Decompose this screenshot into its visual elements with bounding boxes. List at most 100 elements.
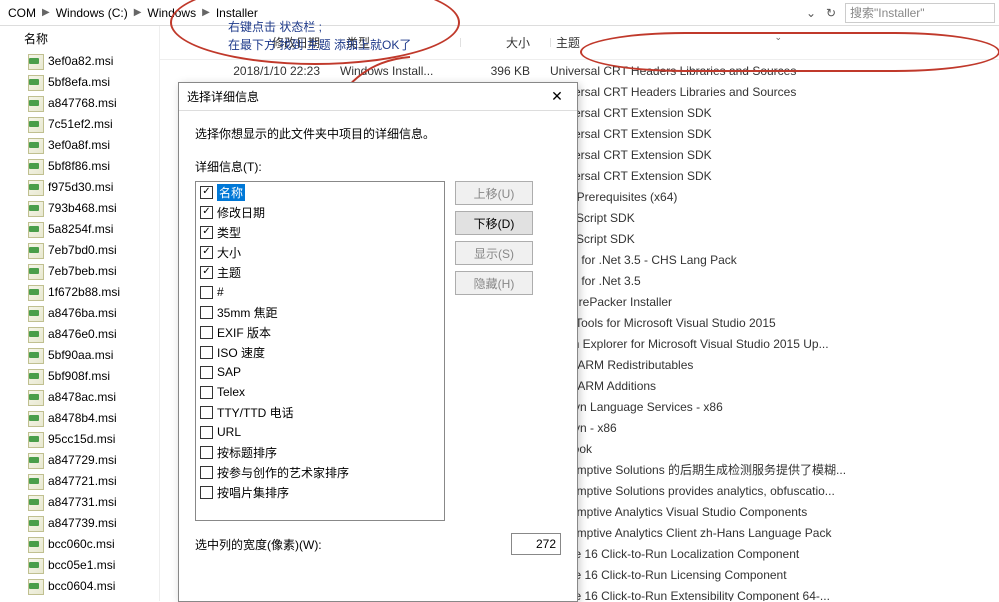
column-header-subject[interactable]: 主题⌄ [550, 34, 999, 51]
cell-subject: PreEmptive Solutions 的后期生成检测服务提供了模糊... [550, 461, 999, 478]
checkbox[interactable] [200, 486, 213, 499]
tree-item[interactable]: 95cc15d.msi [0, 428, 159, 449]
tree-item[interactable]: 3ef0a82.msi [0, 50, 159, 71]
tree-item[interactable]: a847721.msi [0, 470, 159, 491]
checkbox[interactable] [200, 306, 213, 319]
cell-subject: TypeScript SDK [550, 211, 999, 225]
msi-file-icon [28, 180, 42, 194]
details-list-item[interactable]: 按参与创作的艺术家排序 [196, 462, 444, 482]
show-button[interactable]: 显示(S) [455, 241, 533, 265]
checkbox[interactable] [200, 186, 213, 199]
details-list-item[interactable]: 名称 [196, 182, 444, 202]
details-list[interactable]: 名称修改日期类型大小主题#35mm 焦距EXIF 版本ISO 速度SAPTele… [195, 181, 445, 521]
checkbox[interactable] [200, 266, 213, 279]
tree-item[interactable]: 3ef0a8f.msi [0, 134, 159, 155]
width-input[interactable] [511, 533, 561, 555]
tree-item[interactable]: 5bf908f.msi [0, 365, 159, 386]
tree-item[interactable]: 5bf8f86.msi [0, 155, 159, 176]
tree-item[interactable]: 5a8254f.msi [0, 218, 159, 239]
choose-details-dialog: 选择详细信息 ✕ 选择你想显示的此文件夹中项目的详细信息。 详细信息(T): 名… [178, 82, 578, 602]
move-up-button[interactable]: 上移(U) [455, 181, 533, 205]
address-bar: COM ▶ Windows (C:) ▶ Windows ▶ Installer… [0, 0, 999, 26]
checkbox[interactable] [200, 246, 213, 259]
crumb[interactable]: Windows (C:) [52, 6, 132, 20]
tree-item[interactable]: a847729.msi [0, 449, 159, 470]
details-list-item[interactable]: URL [196, 422, 444, 442]
sort-desc-icon: ⌄ [775, 32, 783, 43]
search-input[interactable]: 搜索"Installer" [845, 3, 995, 23]
hide-button[interactable]: 隐藏(H) [455, 271, 533, 295]
details-list-item[interactable]: EXIF 版本 [196, 322, 444, 342]
cell-subject: TexturePacker Installer [550, 295, 999, 309]
tree-item[interactable]: 5bf90aa.msi [0, 344, 159, 365]
refresh-icon[interactable]: ↻ [821, 3, 841, 23]
details-list-item[interactable]: 主题 [196, 262, 444, 282]
tree-item[interactable]: a847731.msi [0, 491, 159, 512]
details-list-item[interactable]: Telex [196, 382, 444, 402]
details-list-item[interactable]: # [196, 282, 444, 302]
details-list-item[interactable]: 类型 [196, 222, 444, 242]
msi-file-icon [28, 222, 42, 236]
tree-item[interactable]: f975d30.msi [0, 176, 159, 197]
crumb[interactable]: Windows [143, 6, 200, 20]
checkbox[interactable] [200, 366, 213, 379]
close-button[interactable]: ✕ [545, 85, 569, 109]
tree-item[interactable]: 5bf8efa.msi [0, 71, 159, 92]
checkbox[interactable] [200, 206, 213, 219]
details-list-item[interactable]: 35mm 焦距 [196, 302, 444, 322]
checkbox[interactable] [200, 286, 213, 299]
dropdown-icon[interactable]: ⌄ [801, 3, 821, 23]
checkbox[interactable] [200, 426, 213, 439]
tree-item[interactable]: a8476e0.msi [0, 323, 159, 344]
details-list-item[interactable]: ISO 速度 [196, 342, 444, 362]
dialog-titlebar: 选择详细信息 ✕ [179, 83, 577, 111]
crumb[interactable]: COM [4, 6, 40, 20]
file-name: 793b468.msi [48, 201, 117, 215]
column-header-date[interactable]: 修改日期 [160, 34, 340, 51]
column-header-size[interactable]: 大小 [460, 34, 550, 51]
tree-item[interactable]: bcc05e1.msi [0, 554, 159, 575]
msi-file-icon [28, 96, 42, 110]
item-label: 按唱片集排序 [217, 484, 289, 501]
checkbox[interactable] [200, 326, 213, 339]
details-list-item[interactable]: 按标题排序 [196, 442, 444, 462]
checkbox[interactable] [200, 446, 213, 459]
msi-file-icon [28, 537, 42, 551]
tree-item[interactable]: 793b468.msi [0, 197, 159, 218]
tree-item[interactable]: a847739.msi [0, 512, 159, 533]
crumb[interactable]: Installer [212, 6, 262, 20]
cell-subject: Team Explorer for Microsoft Visual Studi… [550, 337, 999, 351]
tree-item[interactable]: a8476ba.msi [0, 302, 159, 323]
tree-item[interactable]: a8478b4.msi [0, 407, 159, 428]
details-list-item[interactable]: TTY/TTD 电话 [196, 402, 444, 422]
file-name: 3ef0a8f.msi [48, 138, 110, 152]
checkbox[interactable] [200, 406, 213, 419]
details-list-item[interactable]: 修改日期 [196, 202, 444, 222]
tree-item[interactable]: 7eb7beb.msi [0, 260, 159, 281]
column-header-name[interactable]: 名称 [0, 26, 159, 50]
list-row[interactable]: 2018/1/10 22:23Windows Install...396 KBU… [160, 60, 999, 81]
checkbox[interactable] [200, 346, 213, 359]
tree-item[interactable]: bcc060c.msi [0, 533, 159, 554]
tree-item[interactable]: 7eb7bd0.msi [0, 239, 159, 260]
tree-item[interactable]: a8478ac.msi [0, 386, 159, 407]
cell-subject: Universal CRT Headers Libraries and Sour… [550, 64, 999, 78]
tree-item[interactable]: bcc0604.msi [0, 575, 159, 596]
checkbox[interactable] [200, 386, 213, 399]
column-header-type[interactable]: 类型 [340, 34, 460, 51]
details-list-item[interactable]: 按唱片集排序 [196, 482, 444, 502]
file-name: 7eb7beb.msi [48, 264, 117, 278]
details-list-item[interactable]: SAP [196, 362, 444, 382]
item-label: 类型 [217, 224, 241, 241]
cell-subject: PreEmptive Solutions provides analytics,… [550, 484, 999, 498]
checkbox[interactable] [200, 466, 213, 479]
details-list-item[interactable]: 大小 [196, 242, 444, 262]
checkbox[interactable] [200, 226, 213, 239]
tree-item[interactable]: 1f672b88.msi [0, 281, 159, 302]
cell-subject: Office 16 Click-to-Run Localization Comp… [550, 547, 999, 561]
tree-item[interactable]: a847768.msi [0, 92, 159, 113]
tree-item[interactable]: 7c51ef2.msi [0, 113, 159, 134]
move-down-button[interactable]: 下移(D) [455, 211, 533, 235]
msi-file-icon [28, 138, 42, 152]
file-name: a847729.msi [48, 453, 117, 467]
